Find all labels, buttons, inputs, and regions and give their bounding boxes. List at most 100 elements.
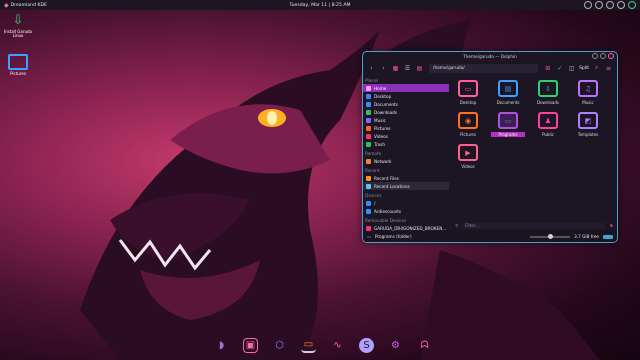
filter-bar: ⚲ Filter... ⊗: [451, 221, 617, 230]
sidebar-item-label: /: [374, 200, 376, 206]
volume-icon[interactable]: [595, 1, 603, 9]
public-folder-icon: ♟: [538, 112, 558, 129]
recent-header: Recent: [365, 168, 380, 173]
minimize-button[interactable]: [592, 53, 598, 59]
network-folder-icon: [366, 158, 371, 164]
window-titlebar[interactable]: Theme/garuda — Dolphin: [363, 52, 617, 61]
notifications-icon[interactable]: [617, 1, 625, 9]
icons-view-icon[interactable]: ▦: [391, 64, 400, 73]
compact-view-icon[interactable]: ☰: [403, 64, 412, 73]
dock: ◗ ▣ ⬡ ▭ ∿ S ⚙ ᗣ: [207, 334, 439, 356]
file-item-music[interactable]: ♫ Music: [571, 80, 605, 105]
details-view-icon[interactable]: ▤: [415, 64, 424, 73]
new-tab-icon[interactable]: ⊞: [543, 64, 552, 73]
clock[interactable]: Tuesday, Mar 11 | 8:25 AM: [0, 3, 640, 8]
sidebar-item-label: Network: [374, 158, 392, 164]
terminal-icon[interactable]: ▣: [243, 337, 258, 353]
split-label[interactable]: Split: [579, 66, 589, 71]
status-text: Programs (folder): [374, 234, 412, 239]
sidebar-item-downloads[interactable]: Downloads: [363, 108, 449, 116]
file-item-desktop[interactable]: ▭ Desktop: [451, 80, 485, 105]
sidebar-item-recent-locations[interactable]: Recent Locations: [363, 182, 449, 190]
files-icon[interactable]: ▭: [301, 338, 316, 353]
file-item-downloads[interactable]: ⇩ Downloads: [531, 80, 565, 105]
sidebar-item-label: Videos: [374, 133, 388, 139]
location-path: /home/garuda/: [433, 65, 465, 71]
sidebar-item-network[interactable]: Network: [363, 157, 449, 165]
sidebar-item-videos[interactable]: Videos: [363, 132, 449, 140]
checkmark-icon[interactable]: ✓: [555, 64, 564, 73]
back-icon[interactable]: ‹: [367, 64, 376, 73]
browser-icon[interactable]: ⬡: [272, 338, 287, 353]
desktop-icon: [366, 93, 371, 99]
remote-header: Remote: [365, 151, 382, 156]
gear-icon[interactable]: ⚙: [388, 338, 403, 353]
hamburger-menu-icon[interactable]: ≡: [604, 64, 613, 73]
sidebar-item-documents[interactable]: Documents: [363, 100, 449, 108]
sidebar-item-label: Music: [374, 117, 386, 123]
zoom-slider[interactable]: [530, 233, 571, 239]
trash-icon: [366, 141, 371, 147]
settings-s-icon[interactable]: S: [359, 337, 374, 353]
search-icon[interactable]: ⌕: [592, 64, 601, 73]
zoom-slider-handle[interactable]: [548, 233, 554, 239]
file-item-programs[interactable]: ▭ Programs: [491, 112, 525, 137]
sidebar-item-recent-files[interactable]: Recent Files: [363, 174, 449, 182]
sidebar-item-root[interactable]: /: [363, 199, 449, 207]
sidebar-item-label: Pictures: [374, 125, 391, 131]
sidebar-item-label: Downloads: [374, 109, 397, 115]
bluetooth-icon[interactable]: [606, 1, 614, 9]
videos-folder-icon: ▶: [458, 144, 478, 161]
close-filter-icon[interactable]: ⊗: [609, 223, 613, 228]
music-folder-icon: ♫: [578, 80, 598, 97]
monitor-icon[interactable]: ∿: [330, 338, 345, 353]
desktop-icon-install-garuda[interactable]: ⇩ Install Garuda Linux: [3, 14, 33, 39]
filter-input[interactable]: Filter...: [462, 222, 606, 229]
documents-folder-icon: ▤: [498, 80, 518, 97]
maximize-button[interactable]: [600, 53, 606, 59]
status-bar: ▭ Programs (folder) 3.7 GiB free: [363, 231, 617, 242]
pictures-folder-icon: ◉: [458, 112, 478, 129]
templates-folder-icon: ◩: [578, 112, 598, 129]
app-menu-button[interactable]: ◆ Dreamland KDE: [4, 2, 47, 9]
downloads-icon: [366, 109, 371, 115]
file-item-pictures[interactable]: ◉ Pictures: [451, 112, 485, 137]
location-bar[interactable]: /home/garuda/: [429, 63, 539, 73]
file-item-label: Desktop: [459, 100, 477, 105]
file-item-public[interactable]: ♟ Public: [531, 112, 565, 137]
recent-files-icon: [366, 175, 371, 181]
download-arrow-icon: ⇩: [12, 13, 24, 28]
sidebar-item-ardiescounts[interactable]: Ardiescounts: [363, 207, 449, 215]
power-icon[interactable]: [628, 1, 636, 9]
split-icon[interactable]: ◫: [567, 64, 576, 73]
documents-icon: [366, 101, 371, 107]
garuda-icon[interactable]: ◗: [214, 338, 229, 353]
sidebar-item-desktop[interactable]: Desktop: [363, 92, 449, 100]
sidebar-item-label: Documents: [374, 101, 398, 107]
forward-icon[interactable]: ›: [379, 64, 388, 73]
music-icon: [366, 117, 371, 123]
ghost-icon[interactable]: ᗣ: [417, 338, 432, 353]
programs-folder-icon: ▭: [498, 112, 518, 129]
file-item-label: Public: [542, 132, 554, 137]
free-space: 3.7 GiB free: [574, 234, 599, 239]
removable-header: Removable Devices: [365, 218, 407, 223]
sidebar-item-pictures[interactable]: Pictures: [363, 124, 449, 132]
network-icon[interactable]: [584, 1, 592, 9]
desktop-icon-pictures[interactable]: Pictures: [3, 54, 33, 76]
file-item-videos[interactable]: ▶ Videos: [451, 144, 485, 169]
file-item-documents[interactable]: ▤ Documents: [491, 80, 525, 105]
file-item-label: Programs: [491, 132, 525, 137]
sidebar-item-trash[interactable]: Trash: [363, 140, 449, 148]
downloads-folder-icon: ⇩: [538, 80, 558, 97]
sidebar-item-music[interactable]: Music: [363, 116, 449, 124]
sidebar-item-home[interactable]: Home: [363, 84, 449, 92]
drive-icon: [366, 208, 371, 214]
garuda-logo-icon: ◆: [4, 1, 9, 9]
close-button[interactable]: [608, 53, 614, 59]
sidebar-item-label: Ardiescounts: [374, 208, 402, 214]
file-item-templates[interactable]: ◩ Templates: [571, 112, 605, 137]
sidebar-item-label: GARUDA_DR4GONIZED_BROKEN...: [374, 225, 447, 231]
drive-icon: [366, 200, 371, 206]
home-icon: [366, 85, 371, 91]
